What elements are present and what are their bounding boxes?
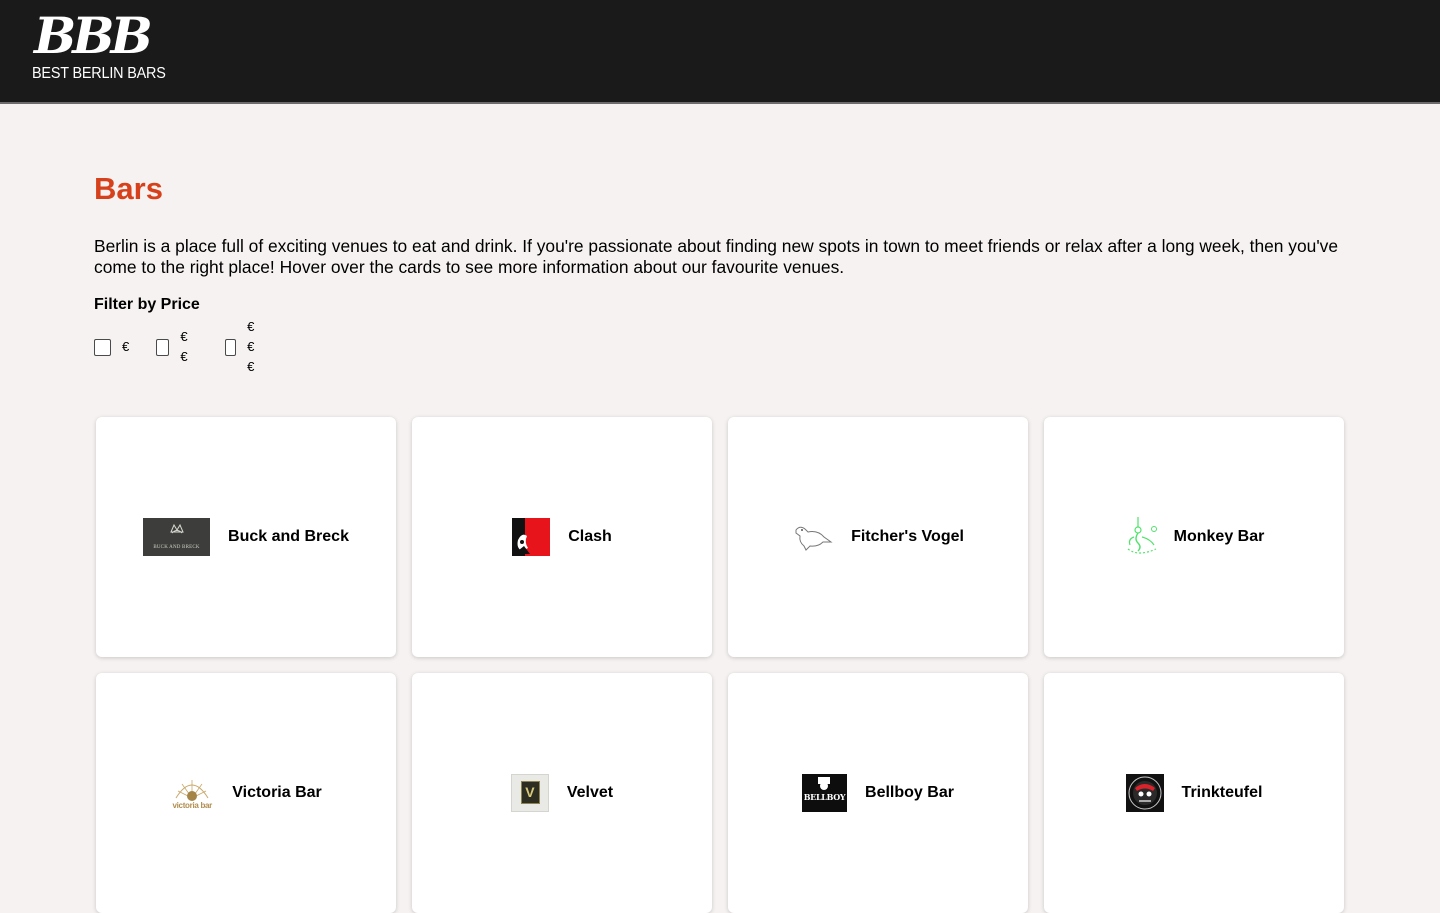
buck-and-breck-logo-art <box>143 518 211 556</box>
price-filter-2[interactable]: €€ <box>156 329 191 364</box>
filter-title: Filter by Price <box>94 296 200 313</box>
trinkteufel-logo <box>1125 774 1164 812</box>
bar-name: Monkey Bar <box>1173 528 1265 545</box>
bar-name: Clash <box>568 528 612 545</box>
victoria-bar-logo-text: victoria bar <box>172 801 212 810</box>
bar-card-victoria-bar[interactable]: victoria bar Victoria Bar <box>96 673 396 913</box>
velvet-logo: V <box>510 774 549 812</box>
bar-name: Fitcher's Vogel <box>851 528 964 545</box>
page-title: Bars <box>94 171 163 206</box>
monkey-icon <box>1127 517 1157 554</box>
intro-text: Berlin is a place full of exciting venue… <box>94 236 1339 277</box>
buck-and-breck-logo-text: BUCK AND BRECK <box>153 545 200 550</box>
bar-name: Victoria Bar <box>232 784 322 801</box>
logo-text: BEST BERLIN BARS <box>32 65 166 82</box>
price-1-label: € <box>122 339 130 354</box>
bar-card-monkey-bar[interactable]: Monkey Bar <box>1044 417 1344 657</box>
site-header: BBB BEST BERLIN BARS <box>0 0 1440 104</box>
velvet-logo-text: V <box>525 784 535 800</box>
bar-name: Velvet <box>566 784 614 801</box>
bar-card-trinkteufel[interactable]: Trinkteufel <box>1044 673 1344 913</box>
price-3-label: €€€ <box>247 319 255 374</box>
price-filter-3[interactable]: €€€ <box>225 319 260 374</box>
monkey-logo <box>1124 517 1160 557</box>
price-2-label: €€ <box>180 329 188 364</box>
price-3-checkbox[interactable] <box>225 338 237 356</box>
victoria-bar-logo: victoria bar <box>170 774 214 812</box>
bar-card-buck-and-breck[interactable]: BUCK AND BRECK Buck and Breck <box>96 417 396 657</box>
bar-card-clash[interactable]: Clash <box>412 417 712 657</box>
bellboy-logo: BELLBOY <box>802 774 848 812</box>
price-filter-1[interactable]: € <box>94 337 129 357</box>
bar-name: Bellboy Bar <box>865 784 954 801</box>
bird-logo <box>792 522 833 552</box>
clash-logo-art <box>512 518 551 556</box>
price-2-checkbox[interactable] <box>156 338 170 356</box>
bar-card-fitchers-vogel[interactable]: Fitcher's Vogel <box>728 417 1028 657</box>
bar-name: Trinkteufel <box>1181 784 1263 801</box>
bellboy-logo-text: BELLBOY <box>803 792 846 802</box>
price-1-checkbox[interactable] <box>94 338 111 356</box>
site-logo[interactable]: BBB BEST BERLIN BARS <box>32 6 166 88</box>
devil-skull-icon <box>1128 776 1162 810</box>
logo-mark: BBB <box>34 6 153 65</box>
bar-name: Buck and Breck <box>228 528 349 545</box>
bar-card-velvet[interactable]: V Velvet <box>412 673 712 913</box>
bar-card-bellboy-bar[interactable]: BELLBOY Bellboy Bar <box>728 673 1028 913</box>
buck-and-breck-logo: BUCK AND BRECK <box>143 518 211 556</box>
bird-icon <box>795 526 833 551</box>
clash-logo <box>512 518 551 556</box>
